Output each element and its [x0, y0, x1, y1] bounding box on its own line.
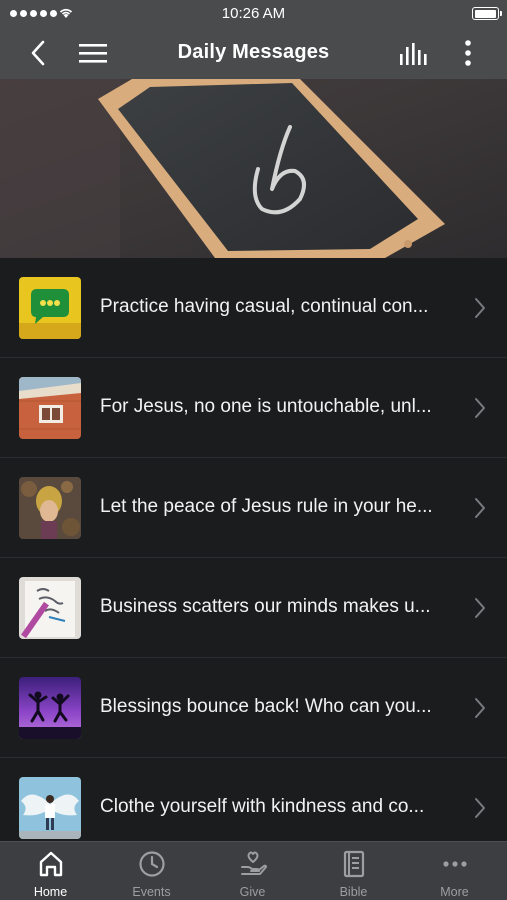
chevron-right-icon: [475, 398, 485, 418]
more-dots-icon: [443, 861, 467, 867]
thumbnail-green-speech-bubble: [19, 277, 81, 339]
hand-heart-icon: [241, 851, 267, 875]
list-item[interactable]: For Jesus, no one is untouchable, unl...: [0, 358, 507, 458]
list-item-title: Practice having casual, continual con...: [100, 296, 429, 317]
chevron-right-icon: [475, 598, 485, 618]
tab-label: Home: [33, 885, 68, 899]
page-title: Daily Messages: [177, 41, 330, 63]
message-list: Practice having casual, continual con...…: [0, 258, 507, 841]
tab-label: Bible: [339, 885, 368, 899]
thumbnail-brick-building: [19, 377, 81, 439]
tab-bar: Home Events Give Bible More: [0, 841, 507, 900]
list-item-title: Let the peace of Jesus rule in your he..…: [100, 496, 433, 517]
list-item-title: Business scatters our minds makes u...: [100, 596, 431, 617]
tab-give[interactable]: Give: [202, 842, 303, 900]
tab-events[interactable]: Events: [101, 842, 202, 900]
tab-label: More: [440, 885, 469, 899]
tab-bible[interactable]: Bible: [303, 842, 404, 900]
home-icon: [39, 851, 63, 877]
vertical-dots-icon[interactable]: [460, 39, 476, 67]
bar-chart-icon[interactable]: [398, 41, 430, 67]
list-item[interactable]: Business scatters our minds makes u...: [0, 558, 507, 658]
chevron-right-icon: [475, 498, 485, 518]
battery-level: [474, 9, 496, 18]
tab-home[interactable]: Home: [0, 842, 101, 900]
tab-label: Give: [239, 885, 266, 899]
list-item[interactable]: Let the peace of Jesus rule in your he..…: [0, 458, 507, 558]
clock-icon: [139, 851, 165, 877]
list-item[interactable]: Practice having casual, continual con...: [0, 258, 507, 358]
thumbnail-people-jumping: [19, 677, 81, 739]
navigation-bar: Daily Messages: [0, 27, 507, 79]
tab-more[interactable]: More: [404, 842, 505, 900]
chevron-right-icon: [475, 698, 485, 718]
list-item-title: Clothe yourself with kindness and co...: [100, 796, 425, 817]
list-item[interactable]: Clothe yourself with kindness and co...: [0, 758, 507, 841]
tablet-chalk-checkmark-image: [0, 79, 507, 258]
status-bar: 10:26 AM: [0, 0, 507, 27]
thumbnail-person-with-wings: [19, 777, 81, 839]
thumbnail-girl-in-leaves: [19, 477, 81, 539]
status-time: 10:26 AM: [221, 5, 286, 22]
tab-label: Events: [132, 885, 171, 899]
thumbnail-notebook-lettering: [19, 577, 81, 639]
chevron-right-icon: [475, 798, 485, 818]
book-icon: [343, 850, 365, 878]
list-item[interactable]: Blessings bounce back! Who can you...: [0, 658, 507, 758]
hero-image: [0, 79, 507, 258]
chevron-right-icon: [475, 298, 485, 318]
battery-icon: [472, 7, 502, 20]
list-item-title: For Jesus, no one is untouchable, unl...: [100, 396, 432, 417]
list-item-title: Blessings bounce back! Who can you...: [100, 696, 432, 717]
